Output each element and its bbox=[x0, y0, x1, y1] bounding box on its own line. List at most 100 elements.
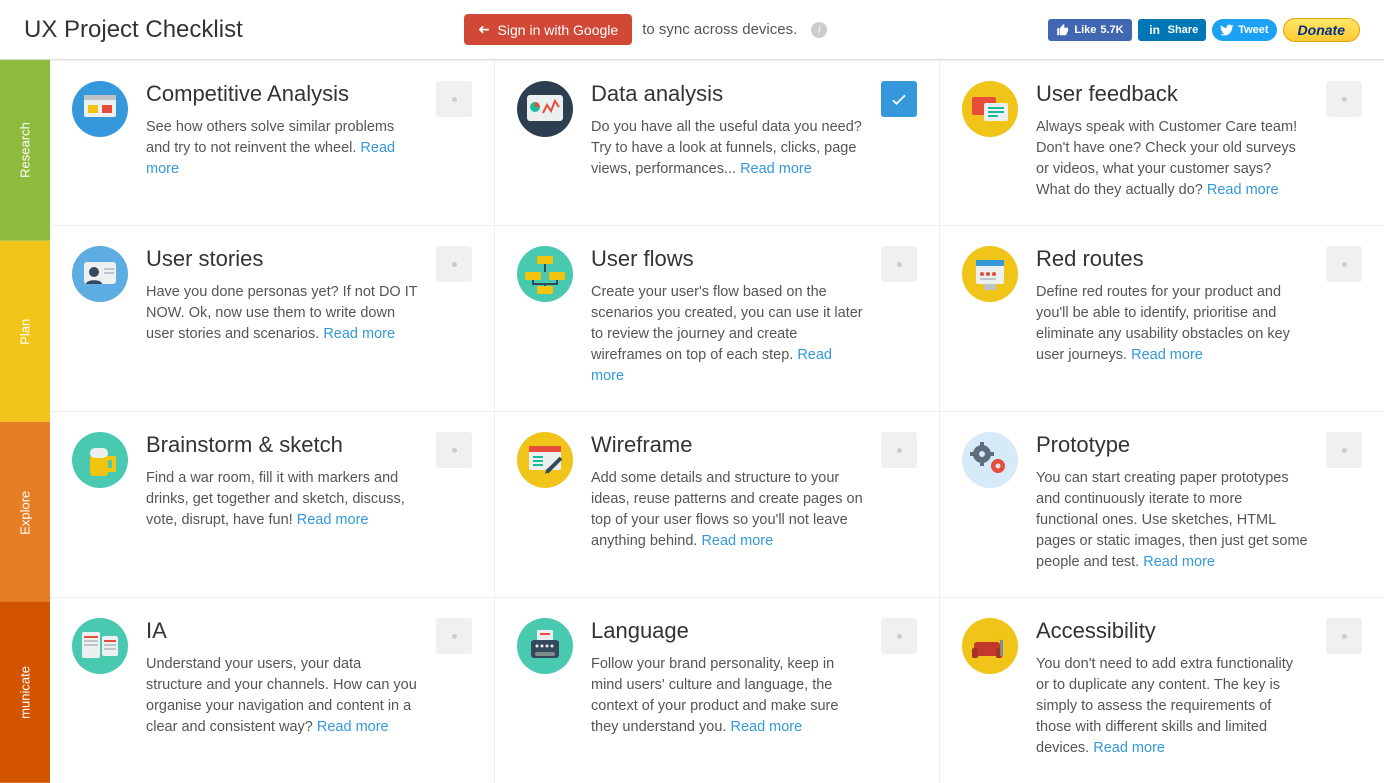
read-more-link[interactable]: Read more bbox=[740, 161, 812, 177]
card-checkbox[interactable] bbox=[881, 432, 917, 468]
card-body: Wireframe Add some details and structure… bbox=[591, 432, 863, 573]
signin-icon bbox=[478, 21, 490, 38]
sidebar-label: Explore bbox=[18, 490, 33, 534]
card-description: Define red routes for your product and y… bbox=[1036, 282, 1308, 366]
card-brainstorm-sketch: Brainstorm & sketch Find a war room, fil… bbox=[50, 412, 494, 597]
sidebar-tab-communicate[interactable]: municate bbox=[0, 602, 50, 783]
linkedin-share-button[interactable]: in Share bbox=[1138, 19, 1207, 41]
twitter-tweet-button[interactable]: Tweet bbox=[1212, 19, 1276, 41]
info-icon[interactable]: i bbox=[811, 22, 827, 38]
unchecked-dot bbox=[897, 634, 902, 639]
card-body: Language Follow your brand personality, … bbox=[591, 618, 863, 759]
card-ia: IA Understand your users, your data stru… bbox=[50, 598, 494, 783]
sofa-icon bbox=[962, 618, 1018, 674]
card-description: Add some details and structure to your i… bbox=[591, 468, 863, 552]
card-checkbox[interactable] bbox=[436, 81, 472, 117]
card-description: You don't need to add extra functionalit… bbox=[1036, 654, 1308, 759]
card-checkbox[interactable] bbox=[436, 618, 472, 654]
card-accessibility: Accessibility You don't need to add extr… bbox=[940, 598, 1384, 783]
persona-icon bbox=[72, 246, 128, 302]
sidebar-tab-plan[interactable]: Plan bbox=[0, 241, 50, 422]
tw-tweet-label: Tweet bbox=[1238, 24, 1268, 36]
typewriter-icon bbox=[517, 618, 573, 674]
page-title: UX Project Checklist bbox=[24, 16, 243, 44]
read-more-link[interactable]: Read more bbox=[146, 140, 395, 177]
card-title: Accessibility bbox=[1036, 618, 1308, 644]
card-checkbox[interactable] bbox=[881, 81, 917, 117]
card-red-routes: Red routes Define red routes for your pr… bbox=[940, 226, 1384, 411]
card-body: User flows Create your user's flow based… bbox=[591, 246, 863, 387]
card-wireframe: Wireframe Add some details and structure… bbox=[495, 412, 939, 597]
card-checkbox[interactable] bbox=[1326, 618, 1362, 654]
google-signin-button[interactable]: Sign in with Google bbox=[464, 14, 632, 45]
unchecked-dot bbox=[897, 262, 902, 267]
card-checkbox[interactable] bbox=[436, 432, 472, 468]
unchecked-dot bbox=[1342, 634, 1347, 639]
read-more-link[interactable]: Read more bbox=[701, 533, 773, 549]
card-checkbox[interactable] bbox=[881, 246, 917, 282]
sidebar-label: municate bbox=[18, 667, 33, 720]
card-checkbox[interactable] bbox=[436, 246, 472, 282]
feedback-icon bbox=[962, 81, 1018, 137]
card-title: User feedback bbox=[1036, 81, 1308, 107]
read-more-link[interactable]: Read more bbox=[1093, 740, 1165, 756]
card-body: Red routes Define red routes for your pr… bbox=[1036, 246, 1308, 387]
card-body: User feedback Always speak with Customer… bbox=[1036, 81, 1308, 201]
card-data-analysis: Data analysis Do you have all the useful… bbox=[495, 61, 939, 225]
card-checkbox[interactable] bbox=[1326, 432, 1362, 468]
card-title: Data analysis bbox=[591, 81, 863, 107]
card-description: Always speak with Customer Care team! Do… bbox=[1036, 117, 1308, 201]
card-description: Have you done personas yet? If not DO IT… bbox=[146, 282, 418, 345]
check-icon bbox=[889, 89, 909, 109]
read-more-link[interactable]: Read more bbox=[323, 326, 395, 342]
unchecked-dot bbox=[452, 634, 457, 639]
card-description: Follow your brand personality, keep in m… bbox=[591, 654, 863, 738]
donate-button[interactable]: Donate bbox=[1283, 18, 1360, 42]
flows-icon bbox=[517, 246, 573, 302]
screens-icon bbox=[72, 81, 128, 137]
sidebar-tab-explore[interactable]: Explore bbox=[0, 422, 50, 603]
gears-icon bbox=[962, 432, 1018, 488]
unchecked-dot bbox=[1342, 262, 1347, 267]
read-more-link[interactable]: Read more bbox=[297, 512, 369, 528]
card-checkbox[interactable] bbox=[1326, 81, 1362, 117]
fb-like-count: 5.7K bbox=[1100, 24, 1123, 36]
twitter-icon bbox=[1220, 23, 1234, 37]
card-body: Prototype You can start creating paper p… bbox=[1036, 432, 1308, 573]
facebook-like-button[interactable]: Like 5.7K bbox=[1048, 19, 1131, 41]
card-description: You can start creating paper prototypes … bbox=[1036, 468, 1308, 573]
card-description: See how others solve similar problems an… bbox=[146, 117, 418, 180]
card-body: Brainstorm & sketch Find a war room, fil… bbox=[146, 432, 418, 573]
ia-icon bbox=[72, 618, 128, 674]
card-body: User stories Have you done personas yet?… bbox=[146, 246, 418, 387]
card-user-flows: User flows Create your user's flow based… bbox=[495, 226, 939, 411]
unchecked-dot bbox=[452, 262, 457, 267]
header: UX Project Checklist Sign in with Google… bbox=[0, 0, 1384, 60]
sidebar: Research Plan Explore municate bbox=[0, 60, 50, 783]
header-center: Sign in with Google to sync across devic… bbox=[243, 14, 1049, 45]
card-body: Data analysis Do you have all the useful… bbox=[591, 81, 863, 201]
card-user-feedback: User feedback Always speak with Customer… bbox=[940, 61, 1384, 225]
card-checkbox[interactable] bbox=[1326, 246, 1362, 282]
sidebar-label: Research bbox=[18, 123, 33, 179]
chart-icon bbox=[517, 81, 573, 137]
card-title: Prototype bbox=[1036, 432, 1308, 458]
card-language: Language Follow your brand personality, … bbox=[495, 598, 939, 783]
unchecked-dot bbox=[452, 97, 457, 102]
sidebar-tab-research[interactable]: Research bbox=[0, 60, 50, 241]
read-more-link[interactable]: Read more bbox=[1143, 554, 1215, 570]
card-competitive-analysis: Competitive Analysis See how others solv… bbox=[50, 61, 494, 225]
thumbs-up-icon bbox=[1056, 23, 1070, 37]
read-more-link[interactable]: Read more bbox=[1207, 182, 1279, 198]
card-body: Competitive Analysis See how others solv… bbox=[146, 81, 418, 201]
wireframe-icon bbox=[517, 432, 573, 488]
card-checkbox[interactable] bbox=[881, 618, 917, 654]
unchecked-dot bbox=[897, 448, 902, 453]
card-title: User flows bbox=[591, 246, 863, 272]
read-more-link[interactable]: Read more bbox=[1131, 347, 1203, 363]
sidebar-label: Plan bbox=[18, 318, 33, 344]
read-more-link[interactable]: Read more bbox=[591, 347, 832, 384]
linkedin-icon: in bbox=[1146, 21, 1164, 39]
routes-icon bbox=[962, 246, 1018, 302]
unchecked-dot bbox=[1342, 97, 1347, 102]
